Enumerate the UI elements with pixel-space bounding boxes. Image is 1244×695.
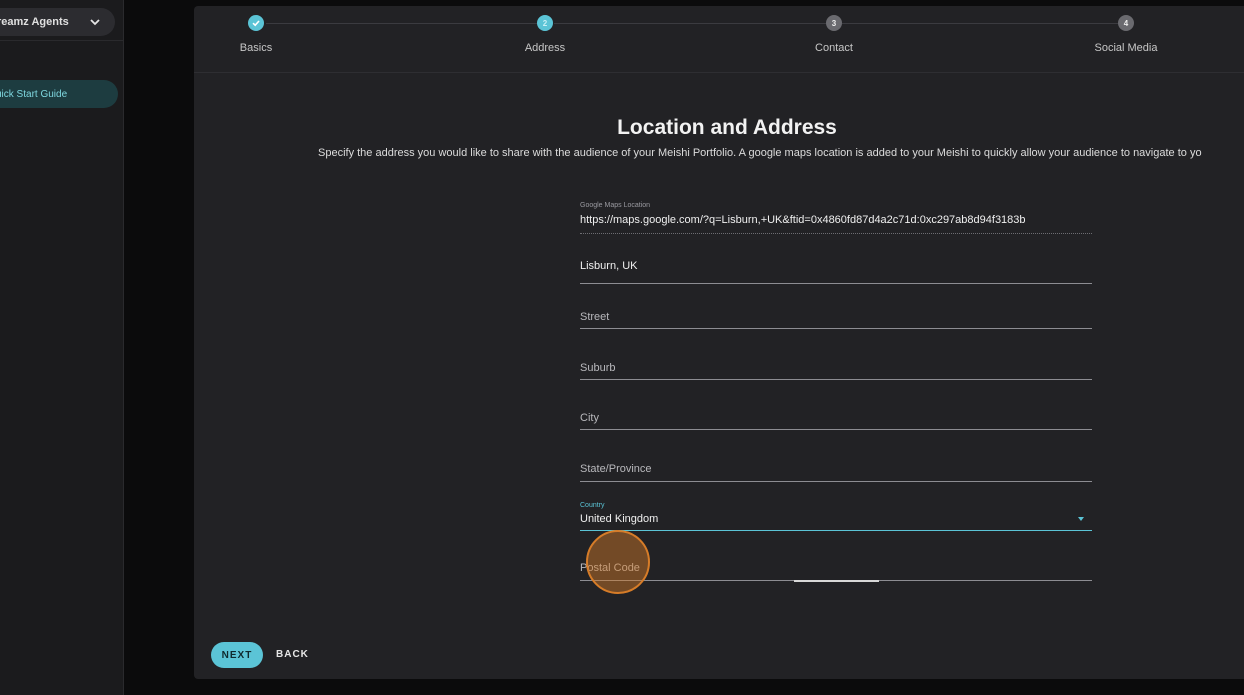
- postal-code-input[interactable]: Postal Code: [580, 557, 1092, 581]
- step-label: Address: [524, 42, 566, 54]
- suburb-input[interactable]: Suburb: [580, 356, 1092, 380]
- sidebar: reamz Agents uick Start Guide: [0, 0, 124, 695]
- field-placeholder: Suburb: [580, 362, 616, 374]
- horizontal-scrollbar[interactable]: [794, 580, 879, 582]
- street-input[interactable]: Street: [580, 306, 1092, 329]
- step-number: 3: [826, 15, 842, 31]
- back-button[interactable]: BACK: [276, 642, 309, 668]
- location-search-input[interactable]: Lisburn, UK: [580, 254, 1092, 284]
- step-number: 2: [537, 15, 553, 31]
- field-underline: [580, 481, 1092, 482]
- field-value: Lisburn, UK: [580, 260, 638, 272]
- country-select[interactable]: Country United Kingdom: [580, 500, 1092, 531]
- field-label: Country: [580, 502, 605, 509]
- step-label: Contact: [815, 42, 853, 54]
- stepper: Basics 2 Address 3 Contact 4 Social Medi…: [194, 6, 1244, 73]
- click-indicator: [586, 530, 650, 594]
- chevron-down-icon: [90, 19, 100, 26]
- field-underline: [580, 328, 1092, 329]
- field-underline: [580, 429, 1092, 430]
- next-button[interactable]: NEXT: [211, 642, 263, 668]
- field-value: United Kingdom: [580, 513, 659, 525]
- state-province-input[interactable]: State/Province: [580, 458, 1092, 482]
- step-social-media[interactable]: 4 Social Media: [1066, 15, 1186, 54]
- main-panel: Basics 2 Address 3 Contact 4 Social Medi…: [194, 6, 1244, 679]
- city-input[interactable]: City: [580, 406, 1092, 430]
- workspace-switcher[interactable]: reamz Agents: [0, 8, 115, 36]
- field-placeholder: State/Province: [580, 463, 652, 475]
- check-icon: [248, 15, 264, 31]
- field-underline: [580, 233, 1092, 234]
- field-underline: [580, 379, 1092, 380]
- workspace-label: reamz Agents: [0, 16, 69, 28]
- step-address[interactable]: 2 Address: [485, 15, 605, 54]
- page-description: Specify the address you would like to sh…: [318, 147, 1202, 159]
- field-placeholder: City: [580, 412, 599, 424]
- step-contact[interactable]: 3 Contact: [774, 15, 894, 54]
- field-underline: [580, 529, 1092, 531]
- page-title: Location and Address: [617, 116, 837, 139]
- step-number: 4: [1118, 15, 1134, 31]
- field-label: Google Maps Location: [580, 202, 651, 209]
- sidebar-item-label: uick Start Guide: [0, 88, 68, 100]
- field-value: https://maps.google.com/?q=Lisburn,+UK&f…: [580, 214, 1026, 226]
- field-underline: [580, 283, 1092, 284]
- field-placeholder: Street: [580, 311, 610, 323]
- step-label: Basics: [239, 42, 273, 54]
- sidebar-divider: [0, 40, 123, 41]
- dropdown-arrow-icon: [1078, 517, 1084, 521]
- sidebar-item-quick-start-guide[interactable]: uick Start Guide: [0, 80, 118, 108]
- step-basics[interactable]: Basics: [196, 15, 316, 54]
- step-label: Social Media: [1094, 42, 1158, 54]
- google-maps-location-field[interactable]: Google Maps Location https://maps.google…: [580, 200, 1092, 234]
